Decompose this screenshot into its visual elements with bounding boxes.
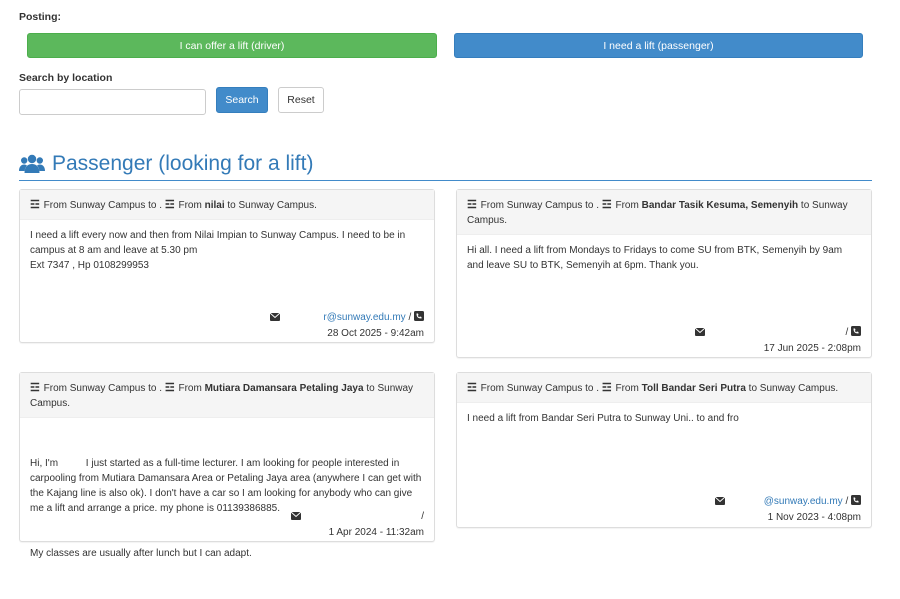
- signpost-icon: ☲: [601, 199, 612, 211]
- route-suffix: to Sunway Campus.: [748, 383, 839, 394]
- post-date: 1 Apr 2024 - 11:32am: [328, 527, 424, 538]
- route-location: Bandar Tasik Kesuma, Semenyih: [641, 200, 799, 211]
- ride-post-card: ☲ From Sunway Campus to . ☲ From Bandar …: [456, 189, 872, 358]
- envelope-icon: [290, 510, 301, 525]
- route-prefix: From Sunway Campus to .: [43, 383, 163, 394]
- signpost-icon: ☲: [30, 382, 40, 394]
- email-domain[interactable]: @sunway.edu.my: [327, 312, 406, 323]
- route-prefix: From Sunway Campus to .: [480, 200, 600, 211]
- email-domain[interactable]: @sunway.edu.my: [764, 496, 843, 507]
- separator: /: [845, 496, 849, 507]
- search-button[interactable]: Search: [216, 87, 268, 113]
- card-route-header: ☲ From Sunway Campus to . ☲ From nilai t…: [20, 190, 434, 220]
- card-footer: / 1 Apr 2024 - 11:32am: [290, 509, 424, 540]
- separator: /: [421, 511, 424, 522]
- route-from: From: [615, 383, 639, 394]
- email-user[interactable]: r: [283, 310, 326, 325]
- search-by-location-label: Search by location: [19, 72, 113, 84]
- offer-lift-driver-button[interactable]: I can offer a lift (driver): [27, 33, 437, 58]
- route-from: From: [178, 383, 202, 394]
- card-footer: / 17 Jun 2025 - 2:08pm: [694, 325, 861, 356]
- posting-label: Posting:: [19, 11, 61, 23]
- route-prefix: From Sunway Campus to .: [480, 383, 600, 394]
- card-route-header: ☲ From Sunway Campus to . ☲ From Toll Ba…: [457, 373, 871, 403]
- phone-icon: [851, 326, 861, 341]
- need-lift-passenger-button[interactable]: I need a lift (passenger): [454, 33, 863, 58]
- ride-post-card: ☲ From Sunway Campus to . ☲ From Mutiara…: [19, 372, 435, 559]
- signpost-icon: ☲: [467, 199, 477, 211]
- post-date: 28 Oct 2025 - 9:42am: [327, 328, 424, 339]
- post-date: 17 Jun 2025 - 2:08pm: [763, 343, 861, 354]
- card-route-header: ☲ From Sunway Campus to . ☲ From Bandar …: [457, 190, 871, 235]
- ride-post-card: ☲ From Sunway Campus to . ☲ From nilai t…: [19, 189, 435, 343]
- route-from: From: [178, 200, 202, 211]
- post-date: 1 Nov 2023 - 4:08pm: [767, 512, 861, 523]
- message-line: I need a lift from Bandar Seri Putra to …: [467, 413, 739, 424]
- message-line: My classes are usually after lunch but I…: [30, 548, 252, 559]
- phone-icon: [414, 311, 424, 326]
- route-prefix: From Sunway Campus to .: [43, 200, 163, 211]
- message-line: Ext 7347 , Hp 0108299953: [30, 260, 149, 271]
- separator: /: [408, 312, 412, 323]
- message-line: Hi all. I need a lift from Mondays to Fr…: [467, 245, 843, 271]
- card-route-header: ☲ From Sunway Campus to . ☲ From Mutiara…: [20, 373, 434, 418]
- signpost-icon: ☲: [30, 199, 40, 211]
- users-icon: [19, 154, 45, 174]
- route-location: Toll Bandar Seri Putra: [641, 383, 746, 394]
- route-from: From: [615, 200, 639, 211]
- separator: /: [845, 327, 849, 338]
- card-footer: r@sunway.edu.my / 28 Oct 2025 - 9:42am: [269, 310, 424, 341]
- route-suffix: to Sunway Campus.: [227, 200, 317, 211]
- ride-post-card: ☲ From Sunway Campus to . ☲ From Toll Ba…: [456, 372, 872, 528]
- card-message: I need a lift from Bandar Seri Putra to …: [457, 403, 871, 434]
- route-location: nilai: [204, 200, 225, 211]
- signpost-icon: ☲: [467, 382, 477, 394]
- signpost-icon: ☲: [164, 382, 175, 394]
- envelope-icon: [269, 311, 281, 326]
- message-line: I need a lift every now and then from Ni…: [30, 230, 406, 256]
- signpost-icon: ☲: [601, 382, 612, 394]
- section-heading: Passenger (looking for a lift): [19, 148, 872, 181]
- reset-button[interactable]: Reset: [278, 87, 324, 113]
- message-line: Hi, I'm I just started as a full-time le…: [30, 458, 425, 514]
- section-title: Passenger (looking for a lift): [52, 152, 314, 175]
- envelope-icon: [694, 326, 706, 341]
- route-location: Mutiara Damansara Petaling Jaya: [204, 383, 364, 394]
- card-footer: @sunway.edu.my / 1 Nov 2023 - 4:08pm: [714, 494, 861, 525]
- card-message: I need a lift every now and then from Ni…: [20, 220, 434, 281]
- envelope-icon: [714, 495, 726, 510]
- location-search-input[interactable]: [19, 89, 206, 115]
- phone-icon: [851, 495, 861, 510]
- card-message: Hi all. I need a lift from Mondays to Fr…: [457, 235, 871, 281]
- signpost-icon: ☲: [164, 199, 175, 211]
